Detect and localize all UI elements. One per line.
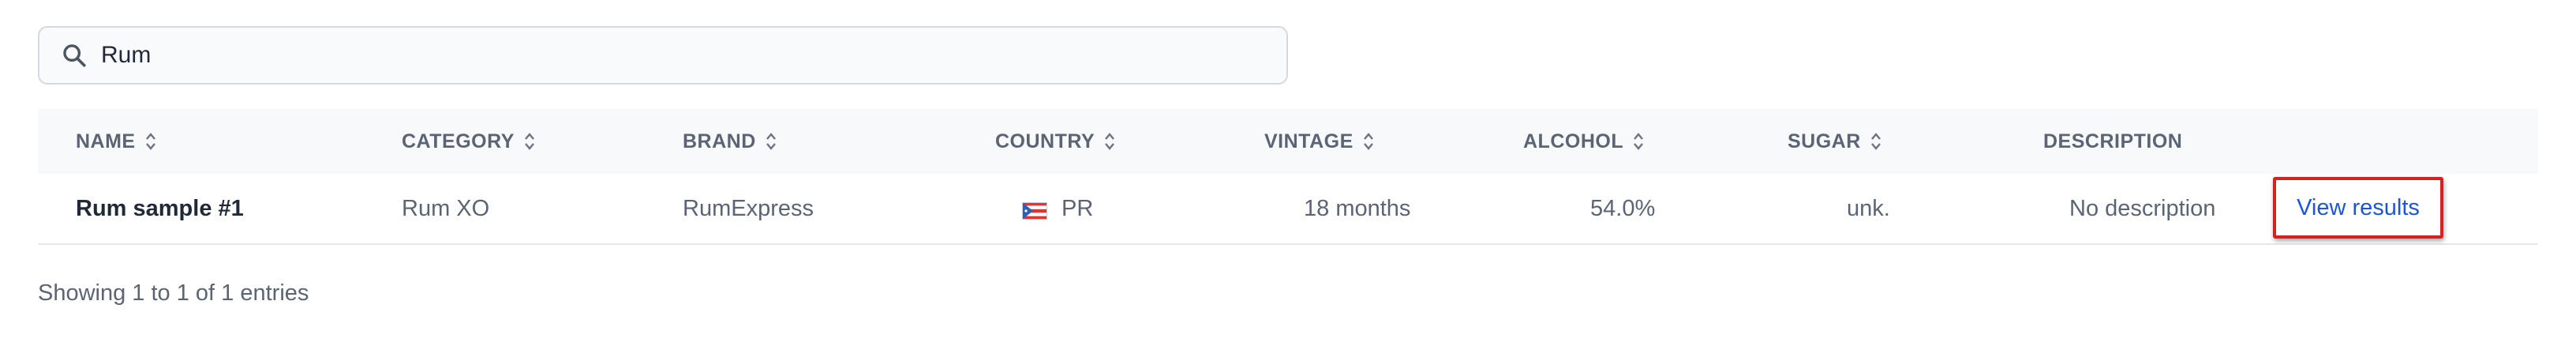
puerto-rico-flag-icon xyxy=(1022,200,1047,220)
column-header-brand[interactable]: BRAND xyxy=(683,109,777,174)
search-icon xyxy=(58,39,90,71)
sort-icon[interactable] xyxy=(1363,131,1374,152)
sort-icon[interactable] xyxy=(524,131,535,152)
cell-alcohol: 54.0% xyxy=(1590,195,1656,221)
sort-icon[interactable] xyxy=(766,131,777,152)
sort-icon[interactable] xyxy=(1104,131,1115,152)
sort-icon[interactable] xyxy=(145,131,156,152)
cell-brand: RumExpress xyxy=(683,195,814,221)
table-header: NAME CATEGORY BRAND COUNTRY VINTAGE ALCO… xyxy=(38,109,2538,174)
cell-name: Rum sample #1 xyxy=(76,195,244,221)
column-header-sugar[interactable]: SUGAR xyxy=(1788,109,1881,174)
column-header-name[interactable]: NAME xyxy=(76,109,156,174)
cell-sugar: unk. xyxy=(1847,195,1890,221)
cell-country: PR xyxy=(1022,174,1093,243)
search-input[interactable] xyxy=(101,32,1206,79)
column-header-vintage[interactable]: VINTAGE xyxy=(1264,109,1374,174)
results-table: NAME CATEGORY BRAND COUNTRY VINTAGE ALCO… xyxy=(38,109,2538,245)
sort-icon[interactable] xyxy=(1870,131,1881,152)
column-header-alcohol[interactable]: ALCOHOL xyxy=(1523,109,1644,174)
view-results-link[interactable]: View results xyxy=(2297,195,2420,221)
pagination-summary: Showing 1 to 1 of 1 entries xyxy=(38,280,309,306)
column-header-country[interactable]: COUNTRY xyxy=(995,109,1115,174)
results-panel: NAME CATEGORY BRAND COUNTRY xyxy=(0,0,2576,346)
cell-description: No description xyxy=(2069,195,2216,221)
table-row: Rum sample #1 Rum XO RumExpress PR 18 mo… xyxy=(38,174,2538,245)
sort-icon[interactable] xyxy=(1633,131,1644,152)
view-results-highlight[interactable]: View results xyxy=(2273,177,2443,239)
column-header-description: DESCRIPTION xyxy=(2043,130,2183,152)
column-header-category[interactable]: CATEGORY xyxy=(402,109,535,174)
search-box[interactable] xyxy=(38,26,1288,85)
cell-category: Rum XO xyxy=(402,195,490,221)
cell-vintage: 18 months xyxy=(1304,195,1411,221)
